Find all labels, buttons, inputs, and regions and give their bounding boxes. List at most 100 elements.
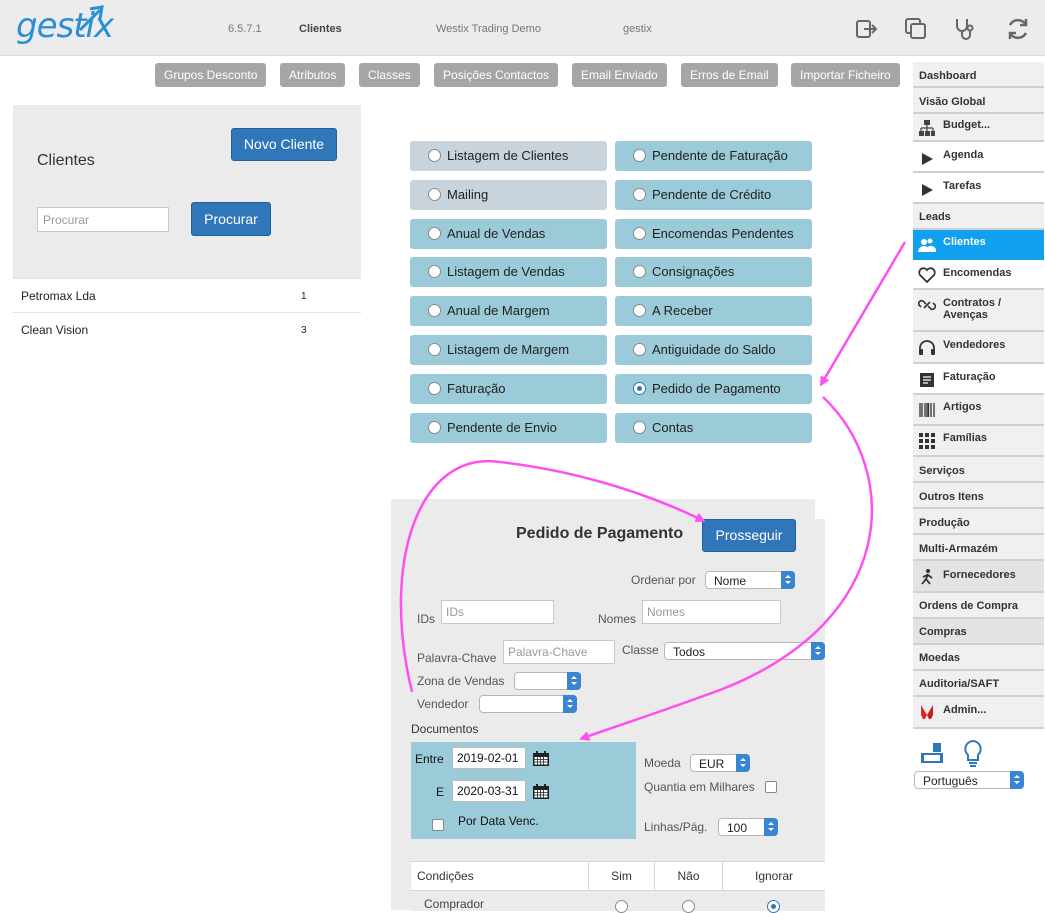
- sidebar-item-fornecedores[interactable]: Fornecedores: [913, 561, 1044, 593]
- radio-button[interactable]: [428, 188, 441, 201]
- sidebar-item-tarefas[interactable]: Tarefas: [913, 173, 1044, 204]
- sidebar-item-admin[interactable]: Admin...: [913, 697, 1044, 729]
- radio-ignore[interactable]: [767, 900, 780, 913]
- radio-button[interactable]: [428, 265, 441, 278]
- barcode-icon: [919, 403, 935, 417]
- sidebar-item-vendedores[interactable]: Vendedores: [913, 332, 1044, 364]
- report-option-pedido-pagamento[interactable]: Pedido de Pagamento: [615, 374, 812, 404]
- sidebar-item-leads[interactable]: Leads: [913, 204, 1044, 230]
- report-option-a-receber[interactable]: A Receber: [615, 296, 812, 326]
- select-arrows-icon: [811, 642, 825, 660]
- sidebar-item-producao[interactable]: Produção: [913, 509, 1044, 535]
- radio-button[interactable]: [633, 304, 646, 317]
- importar-ficheiro-button[interactable]: Importar Ficheiro: [791, 63, 900, 87]
- radio-button[interactable]: [428, 304, 441, 317]
- search-button[interactable]: Procurar: [191, 202, 271, 236]
- keyword-input[interactable]: [503, 640, 615, 664]
- due-date-label: Por Data Venc.: [458, 814, 539, 828]
- sidebar-item-outros-itens[interactable]: Outros Itens: [913, 483, 1044, 509]
- radio-button[interactable]: [428, 421, 441, 434]
- radio-button[interactable]: [633, 188, 646, 201]
- due-date-checkbox[interactable]: [432, 819, 444, 831]
- radio-button[interactable]: [633, 149, 646, 162]
- report-option-contas[interactable]: Contas: [615, 413, 812, 443]
- classes-button[interactable]: Classes: [359, 63, 420, 87]
- sidebar-item-visao-global[interactable]: Visão Global: [913, 88, 1044, 114]
- sidebar-item-artigos[interactable]: Artigos: [913, 395, 1044, 426]
- report-option-consignacoes[interactable]: Consignações: [615, 257, 812, 287]
- proceed-button[interactable]: Prosseguir: [702, 519, 796, 552]
- monitor-icon[interactable]: [919, 741, 945, 767]
- sidebar-item-moedas[interactable]: Moedas: [913, 645, 1044, 671]
- class-select[interactable]: Todos: [664, 642, 825, 660]
- report-option-listagem-vendas[interactable]: Listagem de Vendas: [410, 257, 607, 287]
- sidebar-item-familias[interactable]: Famílias: [913, 426, 1044, 457]
- sidebar-item-budget[interactable]: Budget...: [913, 114, 1044, 142]
- date-to-input[interactable]: 2020-03-31: [452, 780, 526, 802]
- radio-button[interactable]: [633, 265, 646, 278]
- order-select[interactable]: Nome: [705, 571, 795, 589]
- calendar-icon[interactable]: [533, 784, 549, 799]
- sidebar-item-auditoria[interactable]: Auditoria/SAFT: [913, 671, 1044, 697]
- client-row[interactable]: Clean Vision 3: [13, 312, 361, 346]
- report-option-encomendas-pendentes[interactable]: Encomendas Pendentes: [615, 219, 812, 249]
- calendar-icon[interactable]: [533, 751, 549, 766]
- sidebar-item-compras[interactable]: Compras: [913, 619, 1044, 645]
- language-select[interactable]: Português: [914, 771, 1024, 789]
- report-option-pendente-credito[interactable]: Pendente de Crédito: [615, 180, 812, 210]
- report-option-pendente-faturacao[interactable]: Pendente de Faturação: [615, 141, 812, 171]
- new-client-button[interactable]: Novo Cliente: [231, 128, 337, 161]
- sidebar-item-contratos[interactable]: Contratos / Avenças: [913, 290, 1044, 332]
- panel-notch: [815, 499, 825, 519]
- grupos-desconto-button[interactable]: Grupos Desconto: [155, 63, 267, 87]
- sales-zone-select[interactable]: [514, 672, 581, 690]
- radio-button[interactable]: [633, 421, 646, 434]
- radio-yes[interactable]: [615, 900, 628, 913]
- sidebar-item-multi-armazem[interactable]: Multi-Armazém: [913, 535, 1044, 561]
- lightbulb-icon[interactable]: [962, 739, 984, 769]
- report-option-listagem-margem[interactable]: Listagem de Margem: [410, 335, 607, 365]
- windows-icon[interactable]: [903, 16, 929, 42]
- radio-button-selected[interactable]: [633, 382, 646, 395]
- stethoscope-icon[interactable]: [952, 16, 978, 42]
- posicoes-contactos-button[interactable]: Posições Contactos: [434, 63, 559, 87]
- sidebar-item-ordens-compra[interactable]: Ordens de Compra: [913, 593, 1044, 619]
- sidebar-item-encomendas[interactable]: Encomendas: [913, 260, 1044, 290]
- seller-select[interactable]: [479, 695, 577, 713]
- play-icon: [922, 153, 933, 165]
- sidebar-item-servicos[interactable]: Serviços: [913, 457, 1044, 483]
- radio-button[interactable]: [633, 227, 646, 240]
- date-from-input[interactable]: 2019-02-01: [452, 747, 526, 769]
- radio-no[interactable]: [682, 900, 695, 913]
- sidebar-item-faturacao[interactable]: Faturação: [913, 364, 1044, 395]
- currency-select[interactable]: EUR: [690, 754, 750, 772]
- lines-per-page-select[interactable]: 100: [718, 818, 778, 836]
- report-option-pendente-envio[interactable]: Pendente de Envio: [410, 413, 607, 443]
- email-enviado-button[interactable]: Email Enviado: [572, 63, 667, 87]
- report-option-anual-vendas[interactable]: Anual de Vendas: [410, 219, 607, 249]
- app-header: gestix 6.5.7.1 Clientes Westix Trading D…: [0, 0, 1045, 56]
- report-option-anual-margem[interactable]: Anual de Margem: [410, 296, 607, 326]
- ids-input[interactable]: [441, 600, 554, 624]
- report-option-mailing[interactable]: Mailing: [410, 180, 607, 210]
- sidebar-item-clientes[interactable]: Clientes: [913, 230, 1044, 260]
- thousands-checkbox[interactable]: [765, 781, 777, 793]
- radio-button[interactable]: [428, 343, 441, 356]
- erros-email-button[interactable]: Erros de Email: [681, 63, 778, 87]
- client-row[interactable]: Petromax Lda 1: [13, 278, 361, 312]
- radio-button[interactable]: [428, 227, 441, 240]
- client-search-input[interactable]: [37, 207, 169, 232]
- atributos-button[interactable]: Atributos: [280, 63, 346, 87]
- logout-icon[interactable]: [853, 16, 879, 42]
- radio-button[interactable]: [428, 382, 441, 395]
- report-option-antiguidade-saldo[interactable]: Antiguidade do Saldo: [615, 335, 812, 365]
- report-option-faturacao[interactable]: Faturação: [410, 374, 607, 404]
- refresh-icon[interactable]: [1005, 16, 1031, 42]
- report-option-listagem-clientes[interactable]: Listagem de Clientes: [410, 141, 607, 171]
- radio-button[interactable]: [428, 149, 441, 162]
- radio-button[interactable]: [633, 343, 646, 356]
- sidebar-item-dashboard[interactable]: Dashboard: [913, 62, 1044, 88]
- names-input[interactable]: [642, 600, 781, 624]
- sidebar-item-agenda[interactable]: Agenda: [913, 142, 1044, 173]
- select-arrows-icon: [1010, 771, 1024, 789]
